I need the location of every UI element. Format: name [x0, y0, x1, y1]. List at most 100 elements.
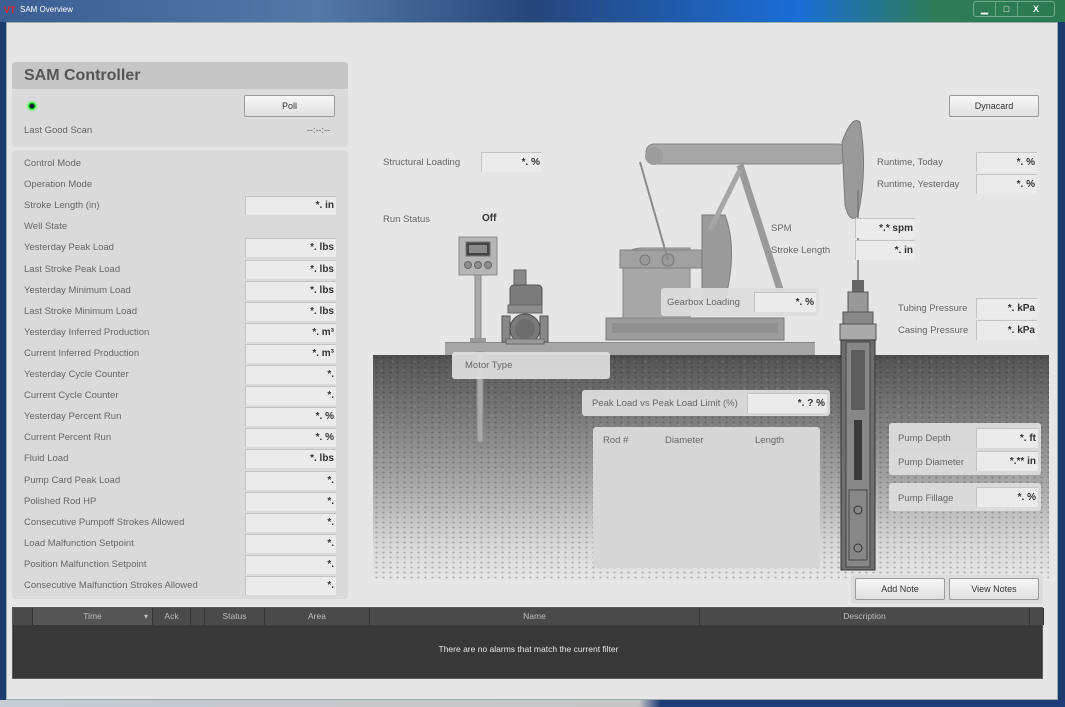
- view-notes-button[interactable]: View Notes: [949, 578, 1039, 600]
- parameter-label: Current Inferred Production: [24, 347, 140, 359]
- parameter-label: Consecutive Pumpoff Strokes Allowed: [24, 516, 185, 528]
- add-note-button[interactable]: Add Note: [855, 578, 945, 600]
- parameter-label: Consecutive Malfunction Strokes Allowed: [24, 580, 198, 591]
- parameter-label: Yesterday Minimum Load: [24, 284, 131, 296]
- tubing-pressure-value: *. kPa: [976, 298, 1037, 318]
- taskbar-strip: [0, 700, 1065, 707]
- gearbox-loading-card: Gearbox Loading *. %: [661, 288, 819, 316]
- parameter-value: *.: [245, 386, 336, 406]
- dynacard-button[interactable]: Dynacard: [949, 95, 1039, 117]
- parameter-row: Yesterday Percent Run *. %: [12, 406, 348, 427]
- parameter-row: Consecutive Pumpoff Strokes Allowed *.: [12, 512, 348, 533]
- parameter-row: Last Stroke Minimum Load *. lbs: [12, 301, 348, 322]
- parameter-value: *. m³: [245, 343, 336, 363]
- window-controls: ▁ □ X: [973, 1, 1055, 17]
- parameter-value: *. %: [245, 407, 336, 427]
- controller-box-icon: [458, 236, 498, 443]
- parameter-value: *.: [245, 576, 336, 595]
- parameter-label: Yesterday Cycle Counter: [24, 369, 129, 380]
- pump-depth-value: *. ft: [976, 428, 1038, 448]
- wellhead-icon: [839, 280, 877, 341]
- parameter-row: Current Percent Run *. %: [12, 427, 348, 448]
- parameter-value: *. %: [245, 428, 336, 448]
- parameter-value: *.: [245, 512, 336, 532]
- parameter-row: Stroke Length (in) *. in: [12, 195, 348, 216]
- maximize-button[interactable]: □: [996, 2, 1018, 16]
- tubing-pressure-label: Tubing Pressure: [898, 303, 968, 314]
- last-good-scan-value: --:--:--: [307, 125, 330, 135]
- rod-table-header-rod: Rod #: [603, 435, 629, 446]
- parameter-label: Operation Mode: [24, 179, 93, 191]
- parameter-label: Stroke Length (in): [24, 200, 100, 212]
- alarm-table: Time ▾ Ack Status Area Name Description …: [12, 607, 1044, 679]
- close-button[interactable]: X: [1018, 2, 1054, 16]
- rod-table-header-length: Length: [755, 435, 785, 446]
- parameter-value: *. lbs: [245, 280, 336, 300]
- parameter-row: Consecutive Malfunction Strokes Allowed *…: [12, 575, 348, 596]
- parameter-label: Control Mode: [24, 158, 82, 169]
- parameter-row: Current Cycle Counter *.: [12, 385, 348, 406]
- motor-icon: [501, 269, 549, 345]
- parameter-value: *. lbs: [245, 449, 336, 469]
- parameter-label: Fluid Load: [24, 453, 69, 465]
- alarm-col-blank[interactable]: [191, 608, 205, 625]
- sort-descending-icon: ▾: [143, 612, 148, 621]
- alarm-col-area[interactable]: Area: [265, 608, 370, 625]
- alarm-col-end: [1030, 608, 1044, 625]
- motor-type-card: Motor Type: [452, 352, 610, 379]
- rod-table: Rod # Diameter Length: [593, 427, 820, 568]
- parameter-row: Yesterday Inferred Production *. m³: [12, 322, 348, 343]
- runtime-today-value: *. %: [976, 152, 1037, 172]
- pump-fillage-label: Pump Fillage: [898, 493, 954, 504]
- app-logo-icon: VT: [4, 5, 16, 15]
- spm-value: *.* spm: [855, 218, 915, 238]
- parameter-row: Last Stroke Peak Load *. lbs: [12, 259, 348, 280]
- parameter-value: *.: [245, 491, 336, 511]
- controller-title: SAM Controller: [24, 67, 141, 84]
- parameter-row: Control Mode: [12, 153, 348, 174]
- alarm-col-status[interactable]: Status: [205, 608, 265, 625]
- controller-header-panel: SAM Controller Poll Last Good Scan --:--…: [12, 62, 348, 147]
- parameter-row: Yesterday Minimum Load *. lbs: [12, 280, 348, 301]
- alarm-col-time[interactable]: Time ▾: [33, 608, 153, 625]
- run-status-label: Run Status: [383, 214, 430, 225]
- minimize-button[interactable]: ▁: [974, 2, 996, 16]
- parameter-row: Position Malfunction Setpoint *.: [12, 554, 348, 575]
- parameter-row: Well State: [12, 216, 348, 237]
- gearbox-loading-label: Gearbox Loading: [667, 297, 740, 308]
- spm-label: SPM: [771, 223, 792, 234]
- alarm-col-ack[interactable]: Ack: [153, 608, 191, 625]
- parameter-value: *. lbs: [245, 238, 336, 258]
- parameter-value: *.: [245, 533, 336, 553]
- runtime-yesterday-value: *. %: [976, 174, 1037, 194]
- status-led-icon: [28, 102, 36, 110]
- peak-load-limit-card: Peak Load vs Peak Load Limit (%) *. ? %: [582, 390, 830, 416]
- runtime-yesterday-label: Runtime, Yesterday: [877, 179, 960, 190]
- peak-load-limit-label: Peak Load vs Peak Load Limit (%): [592, 398, 738, 409]
- parameter-value: *. in: [245, 196, 336, 216]
- parameter-value: *.: [245, 554, 336, 574]
- parameter-label: Yesterday Inferred Production: [24, 326, 150, 338]
- alarm-col-name[interactable]: Name: [370, 608, 700, 625]
- parameter-value: *. lbs: [245, 259, 336, 279]
- parameter-row: Fluid Load *. lbs: [12, 448, 348, 469]
- last-good-scan-label: Last Good Scan: [24, 125, 93, 136]
- rod-table-header-diameter: Diameter: [665, 435, 704, 446]
- poll-button[interactable]: Poll: [244, 95, 335, 117]
- alarm-col-time-label: Time: [83, 611, 102, 621]
- parameter-row: Load Malfunction Setpoint *.: [12, 533, 348, 554]
- runtime-today-label: Runtime, Today: [877, 157, 943, 168]
- downhole-pump-icon: [840, 339, 876, 571]
- gearbox-loading-value: *. %: [754, 292, 816, 312]
- parameter-label: Position Malfunction Setpoint: [24, 558, 147, 570]
- alarm-col-description[interactable]: Description: [700, 608, 1030, 625]
- peak-load-limit-value: *. ? %: [747, 393, 827, 413]
- parameter-label: Polished Rod HP: [24, 495, 97, 507]
- parameter-label: Current Cycle Counter: [24, 390, 119, 402]
- parameter-label: Load Malfunction Setpoint: [24, 537, 134, 549]
- parameter-label: Well State: [24, 221, 68, 233]
- controller-parameters-panel: Control Mode Operation Mode Stroke Length …: [12, 150, 348, 599]
- alarm-col-select[interactable]: [13, 608, 33, 625]
- stroke-length-value: *. in: [855, 240, 915, 260]
- alarm-empty-message: There are no alarms that match the curre…: [438, 644, 619, 654]
